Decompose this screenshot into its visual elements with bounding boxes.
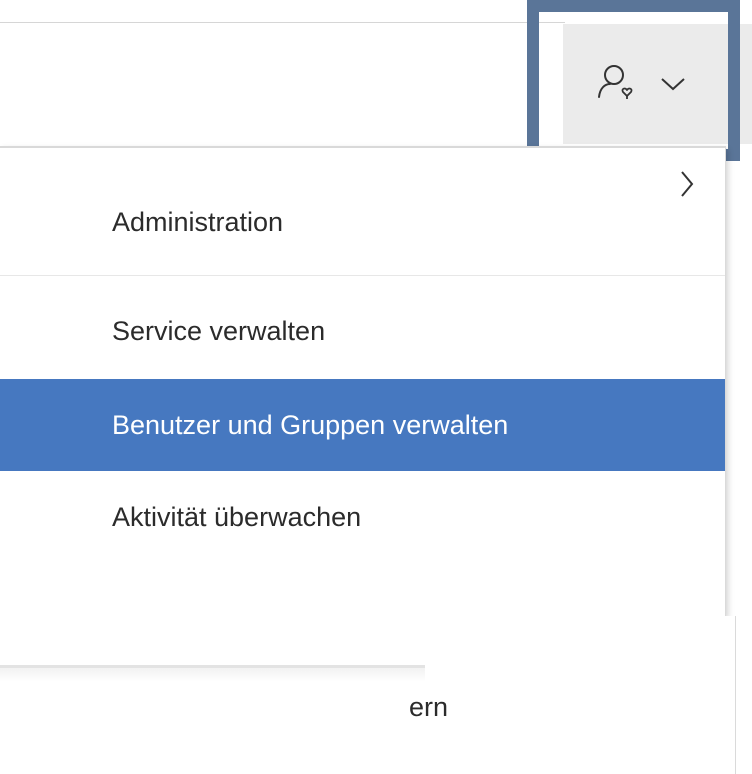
chevron-right-icon	[681, 171, 694, 197]
user-menu-button[interactable]	[563, 24, 752, 144]
menu-item-label: Aktivität überwachen	[112, 501, 362, 532]
menu-item-label: Service verwalten	[112, 315, 326, 346]
user-dropdown-menu: Administration Service verwalten Benutze…	[0, 146, 726, 616]
menu-divider	[0, 275, 725, 276]
chevron-down-icon[interactable]	[660, 76, 686, 92]
menu-item-service-verwalten[interactable]: Service verwalten	[0, 285, 725, 377]
menu-item-label: Benutzer und Gruppen verwalten	[112, 409, 509, 440]
background-page-card	[0, 616, 736, 774]
header-divider	[0, 22, 565, 23]
background-card-shadow	[0, 668, 425, 682]
menu-section-administration: Administration	[112, 206, 284, 237]
menu-item-aktivitaet-ueberwachen[interactable]: Aktivität überwachen	[0, 471, 725, 563]
top-header	[0, 0, 752, 144]
background-partial-text: ern	[409, 692, 449, 722]
menu-item-benutzer-gruppen-verwalten[interactable]: Benutzer und Gruppen verwalten	[0, 379, 725, 471]
user-admin-icon[interactable]	[595, 63, 635, 103]
